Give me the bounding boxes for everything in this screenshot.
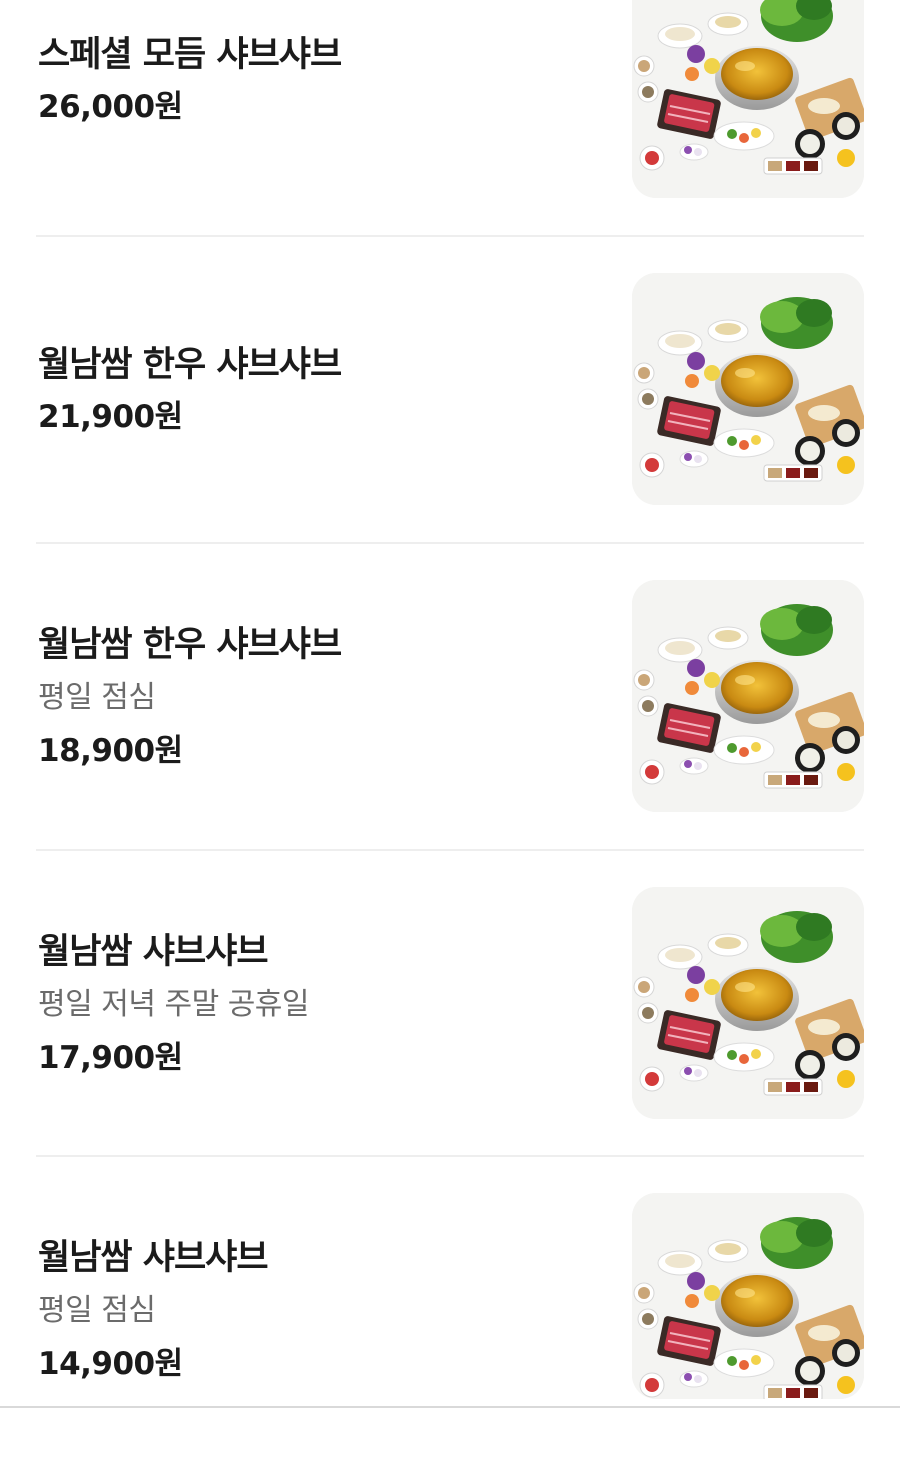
hotpot-platter-image (632, 580, 864, 812)
menu-item[interactable]: 월남쌈 한우 샤브샤브 평일 점심 18,900원 (0, 543, 900, 850)
hotpot-platter-image (632, 887, 864, 1119)
menu-item-price: 17,900원 (38, 1039, 183, 1076)
menu-item[interactable]: 스페셜 모듬 샤브샤브 26,000원 (0, 0, 900, 236)
menu-item[interactable]: 월남쌈 한우 샤브샤브 21,900원 (0, 236, 900, 543)
menu-item-description: 평일 저녁 주말 공휴일 (38, 986, 310, 1022)
menu-item-info: 월남쌈 샤브샤브 평일 점심 14,900원 (38, 1156, 598, 1463)
menu-item-name: 월남쌈 샤브샤브 (38, 1237, 269, 1278)
menu-item-name: 월남쌈 한우 샤브샤브 (38, 344, 342, 385)
menu-item[interactable]: 월남쌈 샤브샤브 평일 저녁 주말 공휴일 17,900원 (0, 850, 900, 1157)
menu-list: 스페셜 모듬 샤브샤브 26,000원 월남쌈 한우 샤브샤브 21,900원 … (0, 0, 900, 1408)
menu-item-info: 월남쌈 한우 샤브샤브 평일 점심 18,900원 (38, 543, 598, 850)
hotpot-platter-image (632, 1193, 864, 1399)
menu-item-description: 평일 점심 (38, 679, 156, 715)
menu-item-price: 18,900원 (38, 732, 183, 769)
hotpot-platter-image (632, 273, 864, 505)
menu-item-name: 월남쌈 샤브샤브 (38, 931, 269, 972)
menu-item-info: 월남쌈 한우 샤브샤브 21,900원 (38, 236, 598, 543)
menu-item-price: 14,900원 (38, 1345, 183, 1382)
menu-item-price: 26,000원 (38, 89, 183, 125)
menu-item[interactable]: 월남쌈 샤브샤브 평일 점심 14,900원 (0, 1156, 900, 1463)
menu-item-info: 월남쌈 샤브샤브 평일 저녁 주말 공휴일 17,900원 (38, 850, 598, 1157)
menu-item-price: 21,900원 (38, 398, 183, 435)
menu-item-name: 스페셜 모듬 샤브샤브 (38, 35, 342, 75)
menu-item-description: 평일 점심 (38, 1292, 156, 1328)
menu-item-info: 스페셜 모듬 샤브샤브 26,000원 (38, 0, 598, 236)
hotpot-platter-image (632, 0, 864, 198)
menu-item-name: 월남쌈 한우 샤브샤브 (38, 624, 342, 665)
